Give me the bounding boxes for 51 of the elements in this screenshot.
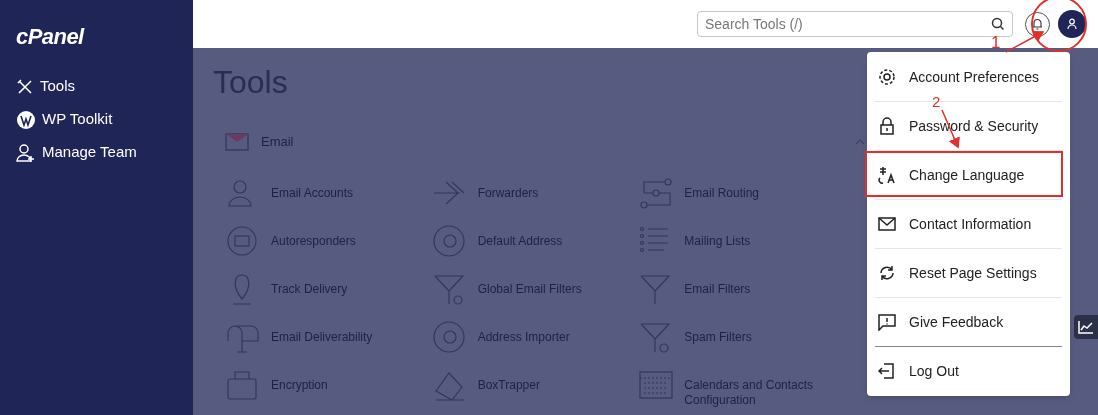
tools-icon xyxy=(16,77,34,96)
sidebar-item[interactable]: Manage Team xyxy=(16,136,137,169)
envelope-icon xyxy=(878,215,896,233)
sidebar-item[interactable]: WP Toolkit xyxy=(16,103,113,136)
wordpress-icon xyxy=(16,109,36,130)
speech-bubble-icon xyxy=(878,313,896,331)
tool-link[interactable]: Default Address xyxy=(431,223,563,259)
bell-icon xyxy=(1032,18,1043,30)
sidebar-item[interactable]: Tools xyxy=(16,70,76,103)
tool-link[interactable]: Global Email Filters xyxy=(431,271,582,307)
search-icon xyxy=(991,17,1005,31)
tool-link[interactable]: Forwarders xyxy=(431,175,539,211)
annotation-number: 2 xyxy=(932,95,941,108)
routing-icon xyxy=(638,176,674,210)
tool-link[interactable]: Email Filters xyxy=(638,271,751,307)
tool-link[interactable]: Email Deliverability xyxy=(225,319,373,355)
logo[interactable]: cPanel xyxy=(16,26,84,48)
user-icon xyxy=(1067,18,1077,30)
refresh-icon xyxy=(878,264,896,282)
at-sign-icon xyxy=(431,320,467,354)
tool-link[interactable]: Email Routing xyxy=(638,175,760,211)
tool-link[interactable]: Spam Filters xyxy=(638,319,752,355)
team-icon xyxy=(16,142,36,163)
annotation-arrow xyxy=(1005,31,1045,53)
envelope-icon xyxy=(225,132,249,151)
menu-item[interactable]: Change Language xyxy=(875,157,1062,193)
menu-item[interactable]: Contact Information xyxy=(875,206,1062,242)
translate-icon xyxy=(878,166,896,184)
search-field[interactable]: Search Tools (/) xyxy=(697,11,1013,37)
tool-link[interactable]: Mailing Lists xyxy=(638,223,751,259)
tool-link[interactable]: Encryption xyxy=(225,367,328,403)
lock-icon xyxy=(878,117,896,135)
at-sign-icon xyxy=(431,224,467,258)
section-title: Email xyxy=(261,133,295,151)
menu-item[interactable]: Reset Page Settings xyxy=(875,255,1062,291)
menu-item[interactable]: Log Out xyxy=(875,353,1062,389)
calendar-icon xyxy=(638,368,674,402)
chart-icon xyxy=(1078,320,1094,334)
tool-link[interactable]: Track Delivery xyxy=(225,271,348,307)
menu-item[interactable]: Account Preferences xyxy=(875,59,1062,95)
tool-link[interactable]: Autoresponders xyxy=(225,223,356,259)
logout-icon xyxy=(878,362,896,380)
avatar-button[interactable] xyxy=(1058,10,1086,38)
tool-link[interactable]: BoxTrapper xyxy=(431,367,540,403)
chart-button[interactable] xyxy=(1074,315,1098,339)
tool-link[interactable]: Email Accounts xyxy=(225,175,354,211)
annotation-number: 1 xyxy=(991,34,1001,51)
briefcase-icon xyxy=(225,368,260,402)
tool-link[interactable]: Address Importer xyxy=(431,319,570,355)
gear-icon xyxy=(878,68,896,86)
menu-item[interactable]: Give Feedback xyxy=(875,304,1062,340)
